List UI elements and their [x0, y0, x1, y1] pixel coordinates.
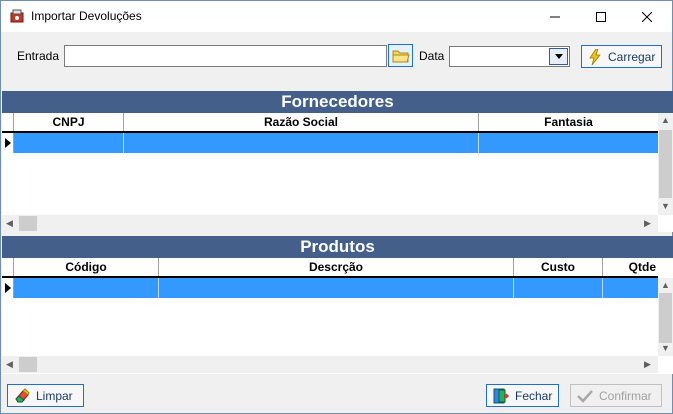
window-title: Importar Devoluções [31, 9, 142, 23]
fechar-button[interactable]: Fechar [486, 384, 559, 407]
close-icon [642, 11, 652, 22]
carregar-label: Carregar [608, 49, 656, 64]
data-dropdown-button[interactable] [549, 48, 568, 65]
scroll-right-icon[interactable]: ▶ [644, 359, 651, 370]
lightning-icon [589, 48, 601, 65]
column-header-cnpj[interactable]: CNPJ [14, 113, 124, 131]
column-header-descricao[interactable]: Descrção [159, 258, 514, 276]
fornecedores-hscroll[interactable]: ◀ ▶ [2, 215, 658, 232]
entrada-input[interactable] [64, 45, 387, 67]
scroll-thumb[interactable] [659, 293, 672, 343]
maximize-button[interactable] [578, 1, 624, 32]
scroll-left-icon[interactable]: ◀ [6, 218, 13, 229]
scroll-down-icon[interactable]: ▼ [661, 201, 670, 211]
produtos-hscroll[interactable]: ◀ ▶ [2, 356, 658, 373]
data-label: Data [419, 49, 445, 63]
scroll-thumb[interactable] [659, 130, 672, 198]
limpar-label: Limpar [36, 388, 73, 403]
row-indicator-icon [2, 133, 14, 153]
produtos-vscroll[interactable]: ▲ ▼ [658, 278, 673, 356]
minimize-button[interactable] [532, 1, 578, 32]
scroll-up-icon[interactable]: ▲ [661, 115, 670, 125]
chevron-down-icon [554, 54, 563, 59]
confirmar-button[interactable]: Confirmar [570, 384, 662, 407]
scroll-thumb[interactable] [19, 216, 37, 231]
produtos-grid-header: Código Descrção Custo Qtde [2, 258, 658, 278]
close-button[interactable] [624, 1, 670, 32]
scroll-right-icon[interactable]: ▶ [644, 218, 651, 229]
produtos-grid[interactable]: Código Descrção Custo Qtde ▲ ▼ ◀ ▶ [2, 258, 673, 374]
column-header-qtde[interactable]: Qtde [603, 258, 658, 276]
app-icon [9, 8, 25, 24]
column-header-custo[interactable]: Custo [514, 258, 603, 276]
folder-icon [392, 50, 410, 62]
produtos-header: Produtos [2, 236, 673, 258]
exit-door-icon [493, 388, 509, 403]
carregar-button[interactable]: Carregar [581, 45, 662, 68]
fornecedores-grid-header: CNPJ Razão Social Fantasia [2, 113, 658, 133]
entrada-label: Entrada [17, 49, 60, 63]
fornecedores-vscroll[interactable]: ▲ ▼ [658, 113, 673, 215]
browse-folder-button[interactable] [388, 44, 413, 67]
column-header-fantasia[interactable]: Fantasia [479, 113, 658, 131]
scroll-thumb[interactable] [19, 357, 37, 372]
scroll-down-icon[interactable]: ▼ [661, 343, 670, 353]
scroll-up-icon[interactable]: ▲ [661, 280, 670, 290]
row-indicator-icon [2, 278, 14, 298]
data-select[interactable] [449, 46, 570, 67]
scroll-left-icon[interactable]: ◀ [6, 359, 13, 370]
import-window: Importar Devoluções Entrada Data Carrega… [0, 0, 673, 414]
confirmar-label: Confirmar [599, 388, 652, 403]
fechar-label: Fechar [515, 388, 553, 403]
table-row[interactable] [2, 133, 658, 153]
maximize-icon [596, 11, 606, 22]
table-row[interactable] [2, 278, 658, 298]
limpar-button[interactable]: Limpar [7, 384, 84, 407]
fornecedores-header: Fornecedores [2, 91, 673, 113]
column-header-razao-social[interactable]: Razão Social [124, 113, 479, 131]
check-icon [577, 389, 593, 403]
title-bar: Importar Devoluções [1, 1, 672, 32]
column-header-codigo[interactable]: Código [14, 258, 159, 276]
fornecedores-grid[interactable]: CNPJ Razão Social Fantasia ▲ ▼ ◀ ▶ [2, 113, 673, 232]
eraser-icon [15, 387, 30, 402]
minimize-icon [550, 16, 560, 17]
